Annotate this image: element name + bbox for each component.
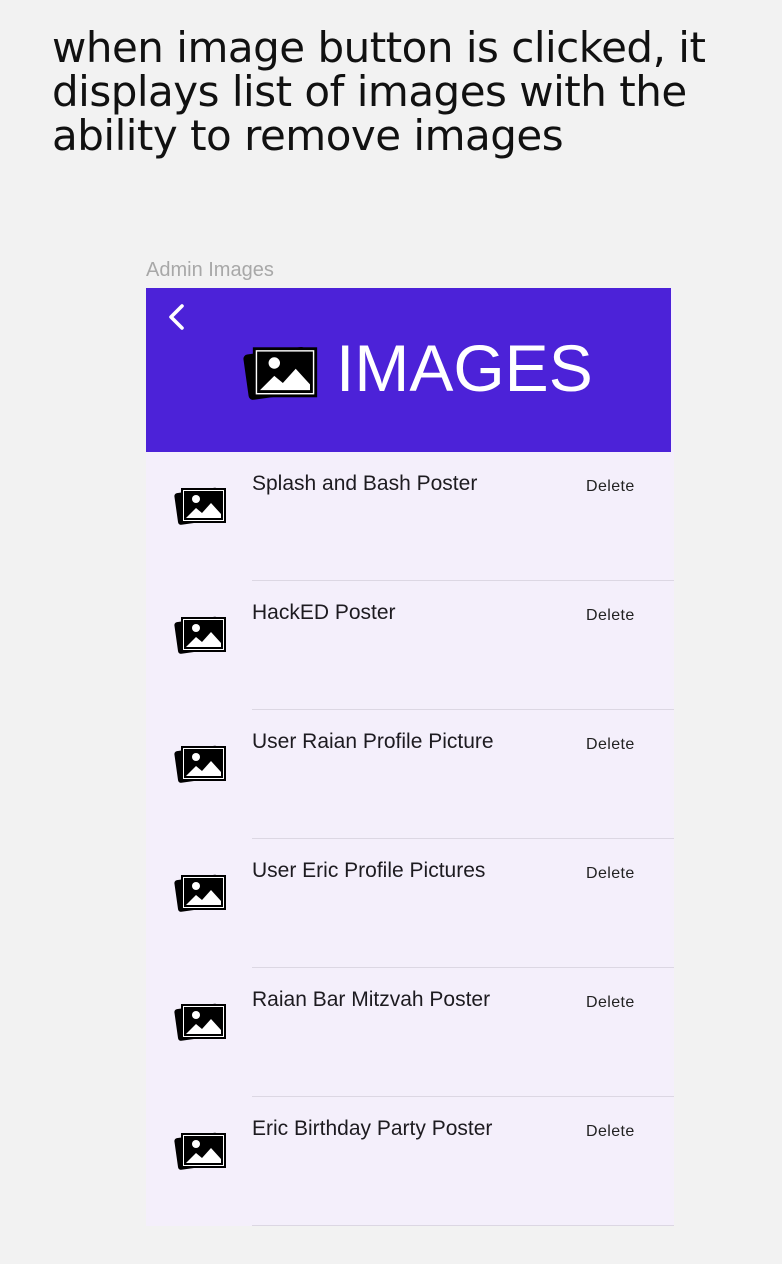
images-icon	[240, 338, 320, 408]
delete-button[interactable]: Delete	[586, 605, 635, 627]
chevron-left-icon	[169, 304, 184, 330]
list-item-title: User Eric Profile Pictures	[252, 859, 486, 882]
delete-button[interactable]: Delete	[586, 863, 635, 885]
list-item: Eric Birthday Party Poster Delete	[146, 1097, 674, 1226]
back-button[interactable]	[160, 300, 194, 334]
delete-button[interactable]: Delete	[586, 1121, 635, 1143]
list-item-title: User Raian Profile Picture	[252, 730, 494, 753]
images-icon	[172, 998, 228, 1046]
admin-images-screen: IMAGES Splash and Bash Poster Delete Hac…	[146, 288, 674, 1226]
list-item: User Eric Profile Pictures Delete	[146, 839, 674, 968]
images-icon	[172, 740, 228, 788]
list-item-title: Eric Birthday Party Poster	[252, 1117, 493, 1140]
page-caption: when image button is clicked, it display…	[52, 23, 706, 160]
image-list: Splash and Bash Poster Delete HackED Pos…	[146, 452, 674, 1226]
list-item-title: Raian Bar Mitzvah Poster	[252, 988, 491, 1011]
list-item: HackED Poster Delete	[146, 581, 674, 710]
images-icon	[172, 482, 228, 530]
list-item: User Raian Profile Picture Delete	[146, 710, 674, 839]
divider	[252, 1225, 674, 1226]
list-item-title: HackED Poster	[252, 601, 396, 624]
frame-label: Admin Images	[146, 259, 274, 281]
page-title: IMAGES	[336, 331, 593, 405]
list-item-title: Splash and Bash Poster	[252, 472, 478, 495]
delete-button[interactable]: Delete	[586, 992, 635, 1014]
delete-button[interactable]: Delete	[586, 734, 635, 756]
list-item: Raian Bar Mitzvah Poster Delete	[146, 968, 674, 1097]
delete-button[interactable]: Delete	[586, 476, 635, 498]
images-icon	[172, 869, 228, 917]
images-icon	[172, 611, 228, 659]
list-item: Splash and Bash Poster Delete	[146, 452, 674, 581]
app-header: IMAGES	[146, 288, 671, 452]
images-icon	[172, 1127, 228, 1175]
